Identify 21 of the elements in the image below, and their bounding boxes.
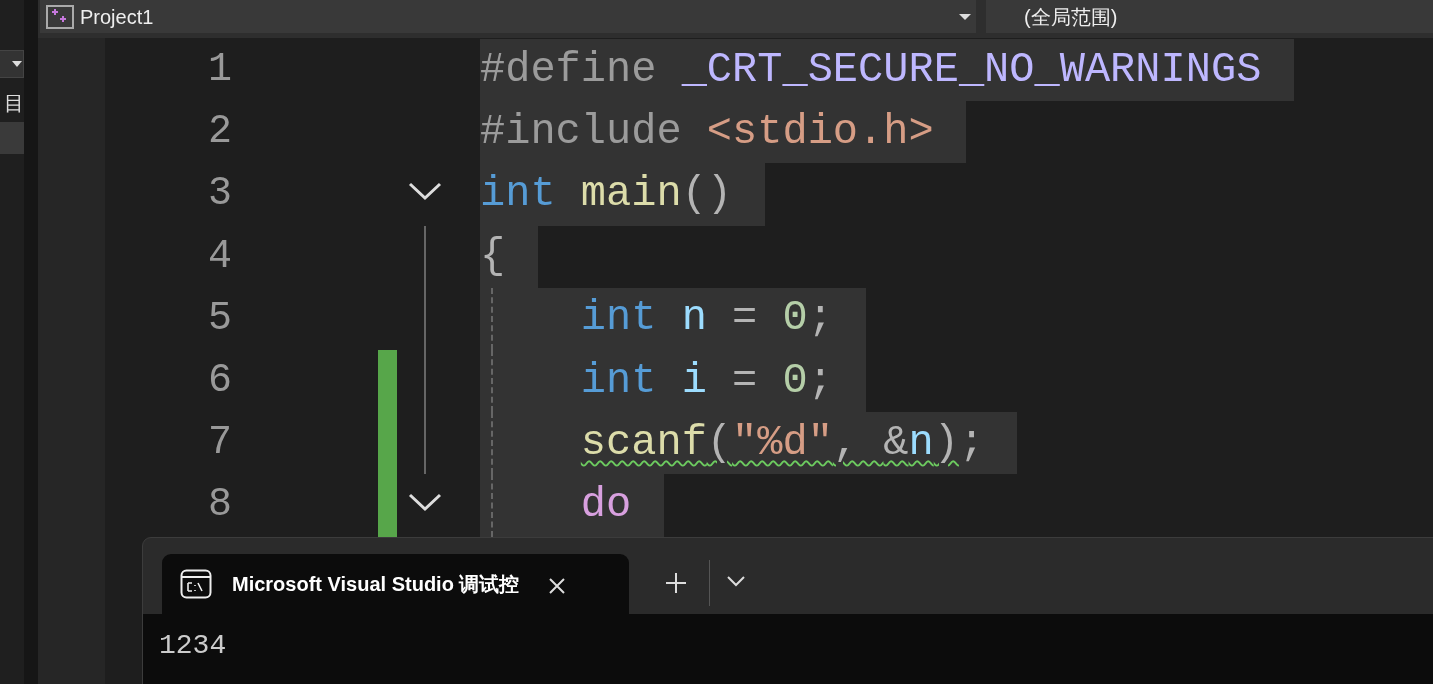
line-number: 4: [207, 232, 232, 281]
project-dropdown[interactable]: Project1: [40, 0, 976, 33]
terminal-tab[interactable]: Microsoft Visual Studio 调试控: [162, 554, 629, 614]
line-number: 5: [207, 294, 232, 343]
line-number: 3: [207, 170, 232, 219]
line-number: 1: [207, 46, 232, 95]
terminal-icon: [180, 569, 212, 599]
output-line: 1234: [159, 629, 228, 663]
line-number: 2: [207, 108, 232, 157]
dropdown-arrow-icon[interactable]: [958, 12, 972, 21]
line-number: 6: [207, 357, 232, 406]
new-tab-icon[interactable]: [665, 572, 687, 595]
project-icon: [46, 4, 74, 29]
dropdown-arrow-icon[interactable]: [11, 60, 23, 68]
selected-item-highlight: [0, 122, 24, 154]
line-number: 7: [207, 419, 232, 468]
line-number: 8: [207, 481, 232, 530]
panel-label: 目: [3, 91, 24, 116]
tab-title: Microsoft Visual Studio 调试控: [232, 572, 520, 597]
scope-dropdown[interactable]: (全局范围): [986, 0, 1433, 33]
dropdown-chevron-icon[interactable]: [726, 575, 746, 588]
